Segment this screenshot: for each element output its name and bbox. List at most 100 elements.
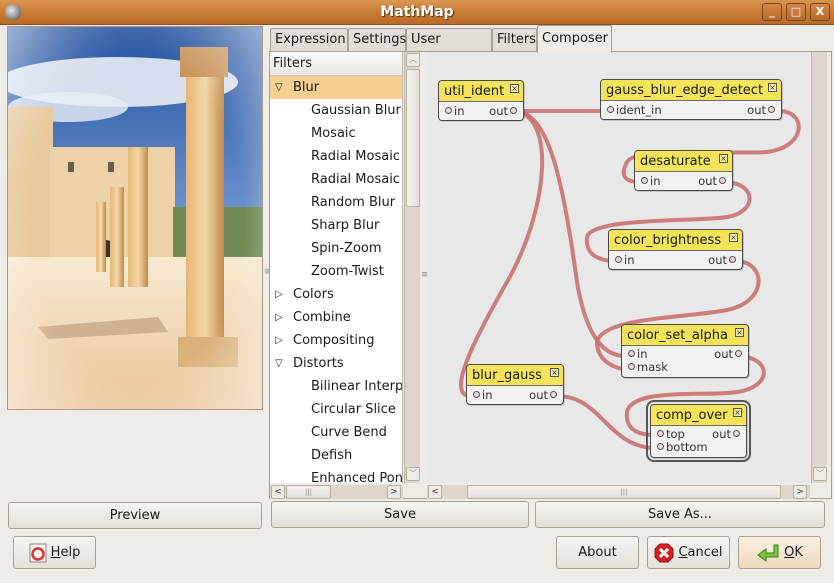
expander-closed-icon[interactable]: ▷ bbox=[275, 283, 283, 306]
scrollbar-thumb[interactable]: ||| bbox=[467, 485, 781, 499]
close-box-icon[interactable]: × bbox=[735, 328, 744, 337]
filters-column-header[interactable]: Filters bbox=[270, 52, 402, 76]
link-util-ident-to-blurgauss bbox=[458, 109, 545, 399]
port-out[interactable]: out bbox=[529, 386, 559, 404]
port-in[interactable]: in bbox=[639, 172, 660, 190]
tab-composer[interactable]: Composer bbox=[537, 25, 612, 53]
tree-row-label: Sharp Blur bbox=[311, 218, 380, 233]
tab-settings[interactable]: Settings bbox=[348, 28, 406, 52]
tree-item[interactable]: Random Blur bbox=[270, 191, 402, 214]
scroll-right-arrow[interactable]: > bbox=[387, 485, 401, 499]
port-out[interactable]: out bbox=[747, 101, 777, 119]
tree-category[interactable]: ▷ Compositing bbox=[270, 329, 402, 352]
scrollbar-thumb[interactable] bbox=[406, 69, 420, 207]
tree-item[interactable]: Zoom-Twist bbox=[270, 260, 402, 283]
minimize-button[interactable]: _ bbox=[762, 3, 782, 21]
node-desaturate[interactable]: desaturate × in out bbox=[634, 150, 733, 191]
port-dot-icon bbox=[733, 430, 740, 437]
save-as-button[interactable]: Save As... bbox=[535, 501, 825, 528]
scroll-down-arrow[interactable]: ﹀ bbox=[813, 467, 827, 481]
expander-open-icon[interactable]: ▽ bbox=[275, 352, 283, 375]
node-gauss-blur-edge-detect[interactable]: gauss_blur_edge_detect × ident_in out bbox=[600, 79, 782, 120]
node-util-ident[interactable]: util_ident × in out bbox=[438, 80, 524, 121]
port-dot-icon bbox=[550, 391, 557, 398]
port-in[interactable]: in bbox=[471, 386, 492, 404]
filters-horizontal-scrollbar[interactable]: < ||| > bbox=[270, 485, 403, 499]
save-button[interactable]: Save bbox=[271, 501, 529, 528]
cancel-label: Cancel bbox=[678, 545, 723, 560]
node-blur-gauss[interactable]: blur_gauss × in out bbox=[466, 364, 564, 405]
composer-canvas[interactable]: util_ident × in out gauss_blur_edge_detec… bbox=[427, 52, 810, 483]
tree-item[interactable]: Defish bbox=[270, 444, 402, 467]
preview-button[interactable]: Preview bbox=[8, 502, 262, 529]
canvas-vertical-scrollbar[interactable]: ﹀ bbox=[811, 52, 827, 483]
expander-closed-icon[interactable]: ▷ bbox=[275, 306, 283, 329]
preview-photo bbox=[8, 27, 262, 409]
port-in[interactable]: in bbox=[613, 251, 634, 269]
tab-filters[interactable]: Filters bbox=[492, 28, 537, 52]
ok-button[interactable]: OK bbox=[738, 536, 821, 569]
port-out[interactable]: out bbox=[698, 172, 728, 190]
close-box-icon[interactable]: × bbox=[729, 233, 738, 242]
tree-item[interactable]: Bilinear Interpolation bbox=[270, 375, 402, 398]
tree-item[interactable]: Circular Slice bbox=[270, 398, 402, 421]
port-label: out bbox=[708, 253, 727, 267]
scroll-up-arrow[interactable]: ︿ bbox=[406, 53, 420, 67]
node-comp-over[interactable]: comp_over × top out bottom bbox=[646, 400, 751, 462]
port-dot-icon bbox=[768, 106, 775, 113]
node-color-brightness[interactable]: color_brightness × in out bbox=[608, 229, 743, 270]
tree-category[interactable]: ▷ Combine bbox=[270, 306, 402, 329]
canvas-horizontal-scrollbar[interactable]: < ||| > bbox=[427, 485, 810, 499]
tree-category[interactable]: ▽ Distorts bbox=[270, 352, 402, 375]
tree-item[interactable]: Curve Bend bbox=[270, 421, 402, 444]
tree-item[interactable]: Radial Mosaic bbox=[270, 145, 402, 168]
close-window-button[interactable]: X bbox=[810, 3, 830, 21]
port-out[interactable]: out bbox=[489, 102, 519, 120]
close-box-icon[interactable]: × bbox=[768, 83, 777, 92]
port-dot-icon bbox=[719, 177, 726, 184]
close-box-icon[interactable]: × bbox=[550, 368, 559, 377]
close-box-icon[interactable]: × bbox=[733, 408, 742, 417]
port-dot-icon bbox=[445, 107, 452, 114]
help-button[interactable]: Help bbox=[13, 536, 96, 569]
tree-item[interactable]: Sharp Blur bbox=[270, 214, 402, 237]
port-ident-in[interactable]: ident_in bbox=[605, 101, 662, 119]
maximize-button[interactable]: □ bbox=[786, 3, 806, 21]
port-label: out bbox=[714, 347, 733, 361]
about-button[interactable]: About bbox=[556, 536, 639, 569]
node-title: desaturate bbox=[640, 154, 711, 169]
expander-open-icon[interactable]: ▽ bbox=[275, 76, 283, 99]
tree-item[interactable]: Gaussian Blur bbox=[270, 99, 402, 122]
scroll-right-arrow[interactable]: > bbox=[793, 485, 807, 499]
port-out[interactable]: out bbox=[712, 428, 742, 441]
tree-category[interactable]: ▷ Colors bbox=[270, 283, 402, 306]
tree-item[interactable]: Radial Mosaic bbox=[270, 168, 402, 191]
scrollbar-thumb[interactable]: ||| bbox=[286, 485, 331, 499]
tab-user-values[interactable]: User Values bbox=[406, 28, 492, 69]
filters-vertical-scrollbar[interactable]: ︿ ﹀ bbox=[404, 52, 420, 483]
port-out[interactable]: out bbox=[708, 251, 738, 269]
scroll-left-arrow[interactable]: < bbox=[428, 485, 442, 499]
port-in[interactable]: in bbox=[443, 102, 464, 120]
ok-label: OK bbox=[784, 545, 803, 560]
tree-item[interactable]: Enhanced Ponder bbox=[270, 467, 402, 483]
node-title: gauss_blur_edge_detect bbox=[606, 83, 764, 98]
scroll-down-arrow[interactable]: ﹀ bbox=[406, 467, 420, 481]
port-dot-icon bbox=[641, 177, 648, 184]
port-label: out bbox=[698, 174, 717, 188]
tree-item[interactable]: Mosaic bbox=[270, 122, 402, 145]
expander-closed-icon[interactable]: ▷ bbox=[275, 329, 283, 352]
node-color-set-alpha[interactable]: color_set_alpha × in out mask bbox=[621, 324, 749, 378]
cancel-button[interactable]: Cancel bbox=[647, 536, 730, 569]
scroll-left-arrow[interactable]: < bbox=[271, 485, 285, 499]
port-bottom[interactable]: bottom bbox=[655, 441, 708, 454]
close-box-icon[interactable]: × bbox=[510, 84, 519, 93]
port-mask[interactable]: mask bbox=[626, 361, 668, 374]
port-out[interactable]: out bbox=[714, 348, 744, 361]
tree-category[interactable]: ▽ Blur bbox=[270, 76, 402, 99]
close-box-icon[interactable]: × bbox=[719, 154, 728, 163]
tab-expression[interactable]: Expression bbox=[270, 28, 348, 52]
save-as-button-label: Save As... bbox=[647, 507, 713, 522]
tree-item[interactable]: Spin-Zoom bbox=[270, 237, 402, 260]
port-label: bottom bbox=[666, 440, 708, 454]
